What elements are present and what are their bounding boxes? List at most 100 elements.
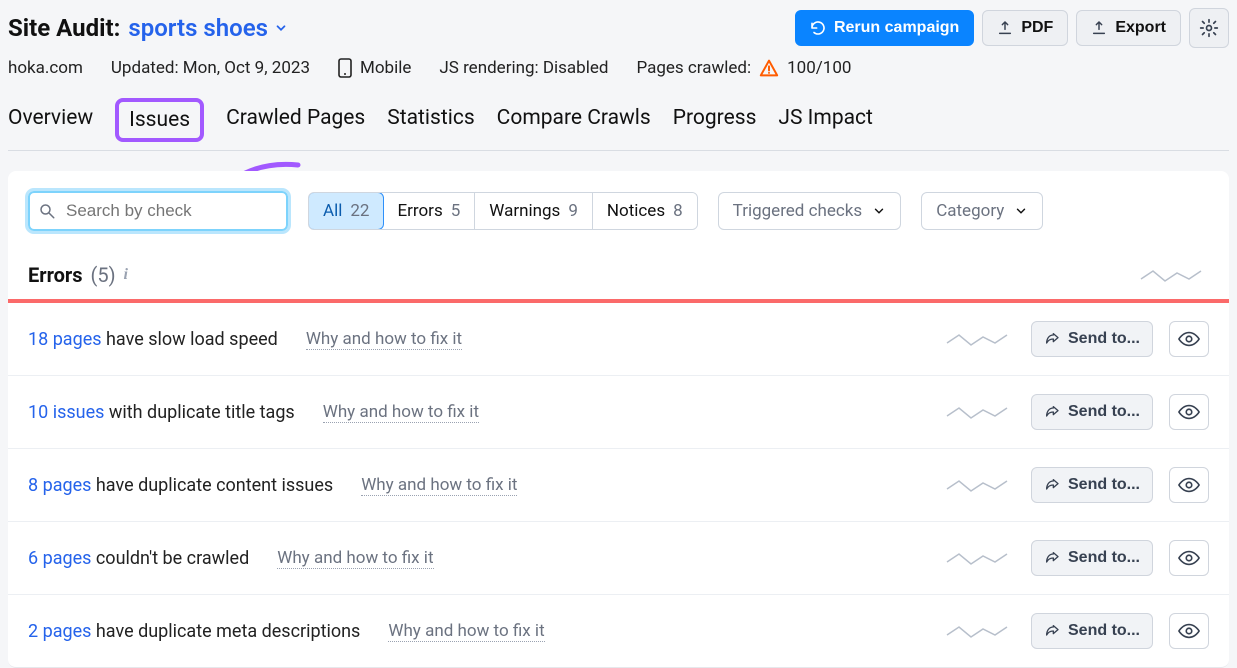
segment-all-label: All [323,201,342,221]
gear-icon [1199,18,1219,38]
issue-text: couldn't be crawled [91,548,249,569]
info-icon[interactable]: i [124,266,128,284]
tab-compare-crawls[interactable]: Compare Crawls [497,106,651,150]
upload-icon [1091,20,1107,36]
rerun-label: Rerun campaign [834,19,959,37]
domain-text: hoka.com [8,58,83,78]
tab-progress[interactable]: Progress [673,106,757,150]
eye-icon [1178,623,1200,639]
share-arrow-icon [1044,404,1060,420]
segment-errors[interactable]: Errors 5 [383,193,475,229]
sparkline-icon [945,329,1015,349]
tab-overview[interactable]: Overview [8,106,93,150]
pages-crawled: Pages crawled: 100/100 [636,58,851,78]
share-arrow-icon [1044,550,1060,566]
section-title: Errors [28,263,82,287]
view-button[interactable] [1169,321,1209,357]
eye-icon [1178,550,1200,566]
sparkline-icon [945,621,1015,641]
pages-crawled-value: 100/100 [787,58,851,78]
send-to-button[interactable]: Send to... [1031,394,1153,430]
send-to-button[interactable]: Send to... [1031,613,1153,649]
fix-link[interactable]: Why and how to fix it [361,475,517,496]
segment-warnings-count: 9 [568,201,578,221]
device-text: Mobile [360,58,411,78]
fix-link[interactable]: Why and how to fix it [277,548,433,569]
view-button[interactable] [1169,394,1209,430]
segment-notices[interactable]: Notices 8 [593,193,697,229]
sparkline-icon [945,475,1015,495]
settings-button[interactable] [1189,8,1229,48]
sparkline-icon [1139,265,1209,285]
fix-link[interactable]: Why and how to fix it [388,621,544,642]
send-to-label: Send to... [1068,476,1140,494]
fix-link[interactable]: Why and how to fix it [323,402,479,423]
tab-issues[interactable]: Issues [115,98,204,142]
issue-row: 18 pages have slow load speed Why and ho… [8,303,1229,376]
send-to-label: Send to... [1068,549,1140,567]
send-to-button[interactable]: Send to... [1031,540,1153,576]
pdf-label: PDF [1021,19,1053,37]
search-input[interactable] [28,191,288,231]
send-to-label: Send to... [1068,622,1140,640]
tab-statistics[interactable]: Statistics [387,106,474,150]
js-rendering-text: JS rendering: Disabled [439,58,608,78]
tab-js-impact[interactable]: JS Impact [778,106,872,150]
issue-text: have duplicate content issues [91,475,333,496]
refresh-icon [810,20,826,36]
pdf-button[interactable]: PDF [982,10,1068,46]
segment-notices-label: Notices [607,201,665,221]
export-button[interactable]: Export [1076,10,1181,46]
issue-text: have slow load speed [102,329,278,350]
send-to-label: Send to... [1068,403,1140,421]
updated-text: Updated: Mon, Oct 9, 2023 [111,58,310,78]
share-arrow-icon [1044,623,1060,639]
eye-icon [1178,404,1200,420]
rerun-campaign-button[interactable]: Rerun campaign [795,10,974,46]
sparkline-icon [945,548,1015,568]
category-dropdown[interactable]: Category [921,192,1043,230]
send-to-button[interactable]: Send to... [1031,467,1153,503]
device-indicator: Mobile [338,58,411,78]
issue-row: 6 pages couldn't be crawled Why and how … [8,522,1229,595]
send-to-button[interactable]: Send to... [1031,321,1153,357]
issue-metric-link[interactable]: 6 pages [28,548,91,569]
upload-icon [997,20,1013,36]
issue-text: with duplicate title tags [104,402,294,423]
issue-text: have duplicate meta descriptions [91,621,360,642]
issue-type-segment: All 22 Errors 5 Warnings 9 Notices 8 [308,192,698,230]
project-name-text: sports shoes [128,14,268,42]
view-button[interactable] [1169,613,1209,649]
mobile-icon [338,58,352,78]
triggered-checks-dropdown[interactable]: Triggered checks [718,192,902,230]
segment-errors-count: 5 [451,201,461,221]
issue-metric-link[interactable]: 18 pages [28,329,102,350]
segment-all-count: 22 [350,201,369,221]
search-icon [38,202,56,220]
chevron-down-icon [274,21,288,35]
share-arrow-icon [1044,477,1060,493]
share-arrow-icon [1044,331,1060,347]
segment-errors-label: Errors [397,201,442,221]
send-to-label: Send to... [1068,330,1140,348]
view-button[interactable] [1169,540,1209,576]
export-label: Export [1115,19,1166,37]
warning-icon [759,59,779,77]
fix-link[interactable]: Why and how to fix it [306,329,462,350]
project-dropdown[interactable]: sports shoes [128,14,288,42]
issue-metric-link[interactable]: 2 pages [28,621,91,642]
page-title: Site Audit: [8,14,120,42]
view-button[interactable] [1169,467,1209,503]
chevron-down-icon [872,204,886,218]
tab-crawled-pages[interactable]: Crawled Pages [226,106,365,150]
eye-icon [1178,331,1200,347]
pages-crawled-label: Pages crawled: [636,58,751,78]
segment-warnings[interactable]: Warnings 9 [475,193,593,229]
category-label: Category [936,201,1004,221]
issue-metric-link[interactable]: 10 issues [28,402,104,423]
issue-metric-link[interactable]: 8 pages [28,475,91,496]
segment-warnings-label: Warnings [489,201,560,221]
segment-all[interactable]: All 22 [308,192,384,230]
eye-icon [1178,477,1200,493]
issue-row: 8 pages have duplicate content issues Wh… [8,449,1229,522]
